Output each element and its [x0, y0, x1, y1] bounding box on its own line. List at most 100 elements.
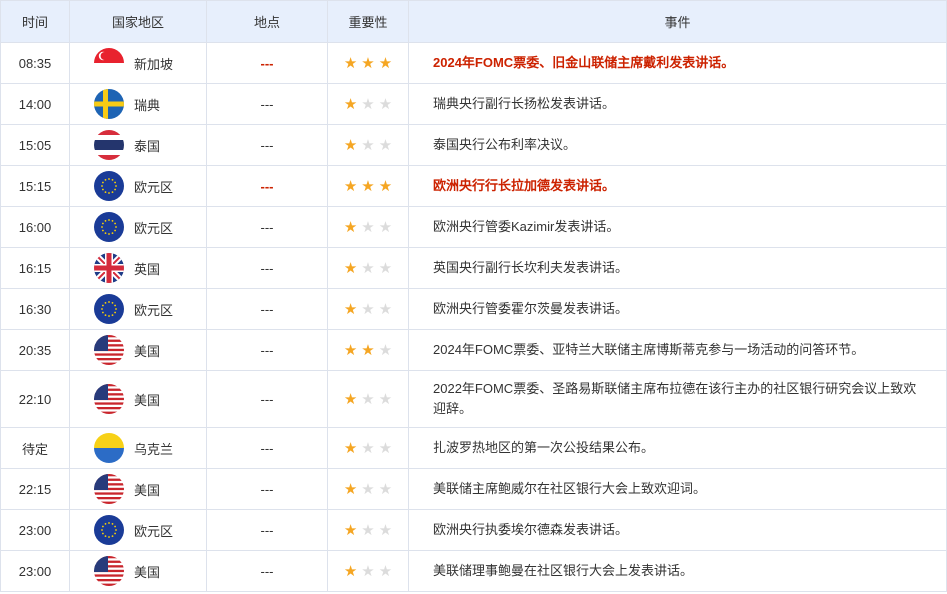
- table-row[interactable]: 待定 乌克兰 --- ★ ★ ★ 扎波罗热地区的第一次公投结果公布。: [0, 427, 947, 469]
- eu-flag-icon: [94, 212, 124, 242]
- table-row[interactable]: 16:15 英国 --- ★ ★ ★ 英国央行副行长坎利夫发表讲话。: [0, 247, 947, 289]
- time-cell: 14:00: [0, 83, 70, 125]
- star-icon: ★: [378, 219, 393, 236]
- star-icon: ★: [361, 96, 375, 113]
- star-icon: ★: [343, 563, 358, 580]
- country-cell: 欧元区: [69, 206, 207, 248]
- header-event[interactable]: 事件: [408, 0, 947, 43]
- header-location[interactable]: 地点: [206, 0, 328, 43]
- usa-flag-icon: [94, 474, 124, 504]
- star-icon: ★: [361, 178, 375, 195]
- usa-flag-icon: [94, 384, 124, 414]
- star-icon: ★: [378, 391, 393, 408]
- table-row[interactable]: 14:00 瑞典 --- ★ ★ ★ 瑞典央行副行长扬松发表讲话。: [0, 83, 947, 125]
- star-icon: ★: [378, 301, 393, 318]
- location-cell: ---: [206, 83, 328, 125]
- country-cell: 新加坡: [69, 42, 207, 84]
- country-cell: 乌克兰: [69, 427, 207, 469]
- star-icon: ★: [343, 440, 358, 457]
- star-icon: ★: [361, 301, 375, 318]
- location-cell: ---: [206, 329, 328, 371]
- star-icon: ★: [343, 522, 358, 539]
- importance-stars: ★ ★ ★: [327, 427, 409, 469]
- location-cell: ---: [206, 427, 328, 469]
- importance-stars: ★ ★ ★: [327, 550, 409, 592]
- importance-stars: ★ ★ ★: [327, 509, 409, 551]
- event-description[interactable]: 欧洲央行执委埃尔德森发表讲话。: [408, 509, 947, 551]
- event-description[interactable]: 2022年FOMC票委、圣路易斯联储主席布拉德在该行主办的社区银行研究会议上致欢…: [408, 370, 947, 428]
- time-cell: 23:00: [0, 550, 70, 592]
- star-icon: ★: [378, 55, 393, 72]
- usa-flag-icon: [94, 335, 124, 365]
- country-cell: 欧元区: [69, 288, 207, 330]
- country-name: 美国: [134, 482, 161, 498]
- table-row[interactable]: 15:05 泰国 --- ★ ★ ★ 泰国央行公布利率决议。: [0, 124, 947, 166]
- ukraine-flag-icon: [94, 433, 124, 463]
- country-name: 英国: [134, 261, 161, 277]
- country-cell: 瑞典: [69, 83, 207, 125]
- star-icon: ★: [343, 301, 358, 318]
- time-cell: 16:00: [0, 206, 70, 248]
- singapore-flag-icon: [94, 48, 124, 78]
- star-icon: ★: [343, 342, 358, 359]
- header-country[interactable]: 国家地区: [69, 0, 207, 43]
- event-description[interactable]: 欧洲央行管委Kazimir发表讲话。: [408, 206, 947, 248]
- table-row[interactable]: 23:00 美国 --- ★ ★ ★ 美联储理事鲍曼在社区银行大会上发表讲话。: [0, 550, 947, 592]
- table-row[interactable]: 16:30 欧元区 --- ★ ★ ★ 欧洲央行管委霍尔茨曼发表讲话。: [0, 288, 947, 330]
- star-icon: ★: [378, 522, 393, 539]
- eu-flag-icon: [94, 515, 124, 545]
- table-row[interactable]: 20:35 美国 --- ★ ★ ★ 2024年FOMC票委、亚特兰大联储主席博斯蒂克参与一…: [0, 329, 947, 371]
- star-icon: ★: [361, 137, 375, 154]
- country-cell: 美国: [69, 329, 207, 371]
- star-icon: ★: [378, 342, 393, 359]
- country-name: 泰国: [134, 138, 161, 154]
- table-row[interactable]: 15:15 欧元区 --- ★ ★ ★ 欧洲央行行长拉加德发表讲话。: [0, 165, 947, 207]
- usa-flag-icon: [94, 556, 124, 586]
- location-cell: ---: [206, 42, 328, 84]
- table-row[interactable]: 22:10 美国 --- ★ ★ ★ 2022年FOMC票委、圣路易斯联储主席布拉德在该行主…: [0, 370, 947, 428]
- importance-stars: ★ ★ ★: [327, 165, 409, 207]
- event-description[interactable]: 美联储理事鲍曼在社区银行大会上发表讲话。: [408, 550, 947, 592]
- event-description[interactable]: 2024年FOMC票委、旧金山联储主席戴利发表讲话。: [408, 42, 947, 84]
- country-name: 美国: [134, 564, 161, 580]
- event-description[interactable]: 扎波罗热地区的第一次公投结果公布。: [408, 427, 947, 469]
- star-icon: ★: [361, 391, 375, 408]
- event-description[interactable]: 瑞典央行副行长扬松发表讲话。: [408, 83, 947, 125]
- importance-stars: ★ ★ ★: [327, 370, 409, 428]
- table-row[interactable]: 16:00 欧元区 --- ★ ★ ★ 欧洲央行管委Kazimir发表讲话。: [0, 206, 947, 248]
- star-icon: ★: [361, 55, 375, 72]
- location-cell: ---: [206, 468, 328, 510]
- importance-stars: ★ ★ ★: [327, 42, 409, 84]
- time-cell: 22:10: [0, 370, 70, 428]
- star-icon: ★: [361, 219, 375, 236]
- star-icon: ★: [343, 481, 358, 498]
- country-name: 乌克兰: [134, 441, 174, 457]
- time-cell: 23:00: [0, 509, 70, 551]
- importance-stars: ★ ★ ★: [327, 124, 409, 166]
- table-row[interactable]: 23:00 欧元区 --- ★ ★ ★ 欧洲央行执委埃尔德森发表讲话。: [0, 509, 947, 551]
- star-icon: ★: [361, 440, 375, 457]
- star-icon: ★: [378, 481, 393, 498]
- time-cell: 08:35: [0, 42, 70, 84]
- header-importance[interactable]: 重要性: [327, 0, 409, 43]
- table-row[interactable]: 08:35 新加坡 --- ★ ★ ★ 2024年FOMC票委、旧金山联储主席戴利发表讲话。: [0, 42, 947, 84]
- country-cell: 英国: [69, 247, 207, 289]
- country-cell: 美国: [69, 468, 207, 510]
- star-icon: ★: [343, 96, 358, 113]
- location-cell: ---: [206, 206, 328, 248]
- time-cell: 22:15: [0, 468, 70, 510]
- country-name: 瑞典: [134, 97, 161, 113]
- event-description[interactable]: 2024年FOMC票委、亚特兰大联储主席博斯蒂克参与一场活动的问答环节。: [408, 329, 947, 371]
- location-cell: ---: [206, 509, 328, 551]
- uk-flag-icon: [94, 253, 124, 283]
- event-description[interactable]: 欧洲央行行长拉加德发表讲话。: [408, 165, 947, 207]
- location-cell: ---: [206, 288, 328, 330]
- table-row[interactable]: 22:15 美国 --- ★ ★ ★ 美联储主席鲍威尔在社区银行大会上致欢迎词。: [0, 468, 947, 510]
- header-time[interactable]: 时间: [0, 0, 70, 43]
- star-icon: ★: [343, 219, 358, 236]
- event-description[interactable]: 英国央行副行长坎利夫发表讲话。: [408, 247, 947, 289]
- event-description[interactable]: 泰国央行公布利率决议。: [408, 124, 947, 166]
- thailand-flag-icon: [94, 130, 124, 160]
- event-description[interactable]: 欧洲央行管委霍尔茨曼发表讲话。: [408, 288, 947, 330]
- event-description[interactable]: 美联储主席鲍威尔在社区银行大会上致欢迎词。: [408, 468, 947, 510]
